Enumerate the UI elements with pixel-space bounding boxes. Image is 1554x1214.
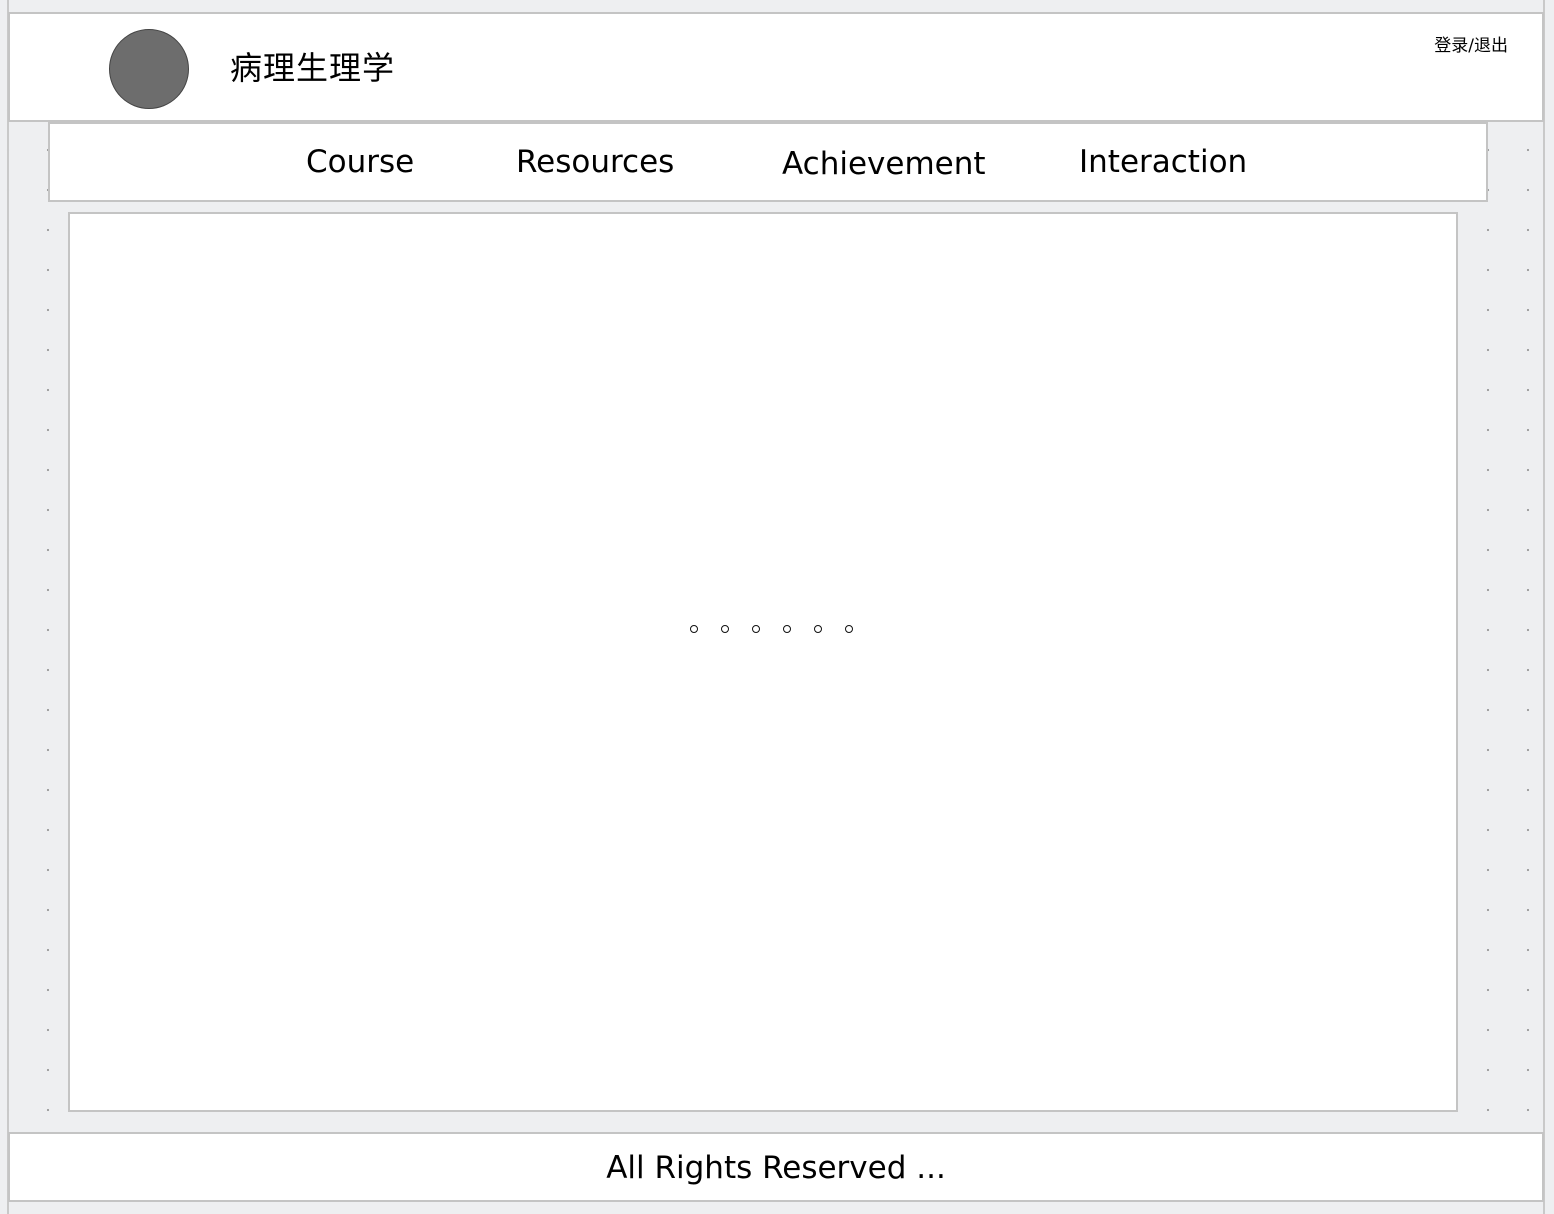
page-header: 病理生理学 登录/退出 [8,12,1544,122]
placeholder-dots [690,618,876,638]
nav-item-resources[interactable]: Resources [516,144,674,180]
placeholder-dot [845,625,853,634]
placeholder-dot [783,625,791,634]
nav-item-course[interactable]: Course [306,144,414,180]
footer-copyright: All Rights Reserved ... [606,1150,946,1186]
main-navbar: Course Resources Achievement Interaction [48,122,1488,202]
content-placeholder: 。。。。。。 [690,610,870,646]
placeholder-dot [690,625,698,634]
placeholder-dot [721,625,729,634]
placeholder-dot [814,625,822,634]
site-title: 病理生理学 [230,49,396,87]
nav-item-interaction[interactable]: Interaction [1079,144,1247,180]
placeholder-dot [752,625,760,634]
page-footer: All Rights Reserved ... [8,1132,1544,1202]
login-logout-link[interactable]: 登录/退出 [1434,36,1508,56]
nav-item-achievement[interactable]: Achievement [782,146,986,182]
avatar-circle-icon[interactable] [109,29,189,109]
main-content-panel: 。。。。。。 [68,212,1458,1112]
